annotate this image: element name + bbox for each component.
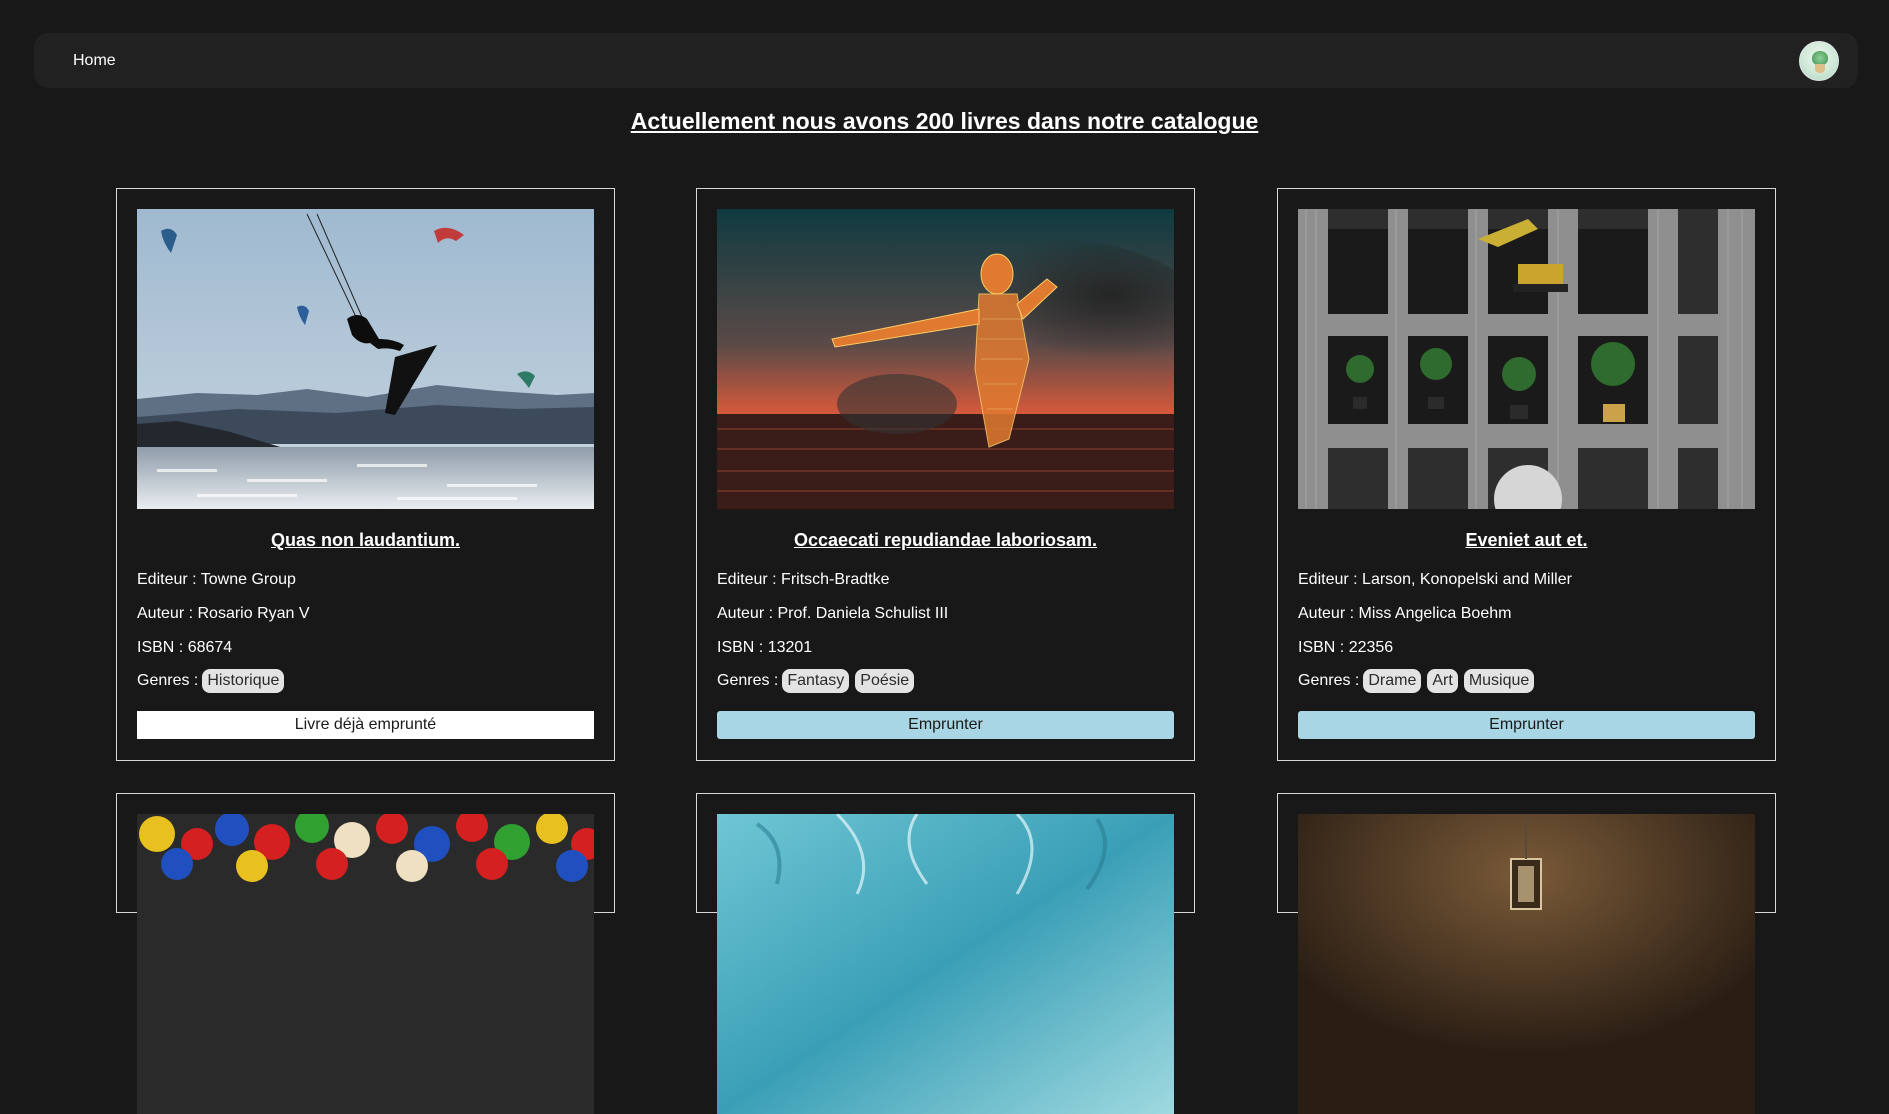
- book-genres: Genres : Historique: [137, 669, 290, 693]
- genre-badge: Art: [1427, 669, 1458, 693]
- navbar: Home: [34, 33, 1858, 88]
- isbn-value: 68674: [187, 639, 233, 656]
- genre-badge: Poésie: [855, 669, 915, 693]
- book-title[interactable]: Occaecati repudiandae laboriosam.: [697, 530, 1194, 551]
- book-card: [1277, 793, 1776, 1114]
- auteur-value: Miss Angelica Boehm: [1358, 605, 1512, 622]
- book-auteur: Auteur : Miss Angelica Boehm: [1298, 605, 1511, 623]
- book-auteur: Auteur : Prof. Daniela Schulist III: [717, 605, 948, 623]
- genres-label: Genres :: [137, 672, 199, 689]
- editeur-label: Editeur :: [137, 571, 197, 588]
- editeur-value: Larson, Konopelski and Miller: [1362, 571, 1572, 588]
- book-title[interactable]: Quas non laudantium.: [117, 530, 614, 551]
- genre-badge: Musique: [1463, 669, 1535, 693]
- isbn-value: 22356: [1348, 639, 1394, 656]
- book-cover-image: [1298, 814, 1755, 1114]
- genres-label: Genres :: [717, 672, 779, 689]
- book-cover-image: [717, 814, 1174, 1114]
- genre-badge: Historique: [202, 669, 285, 693]
- auteur-label: Auteur :: [717, 605, 774, 622]
- page-title: Actuellement nous avons 200 livres dans …: [630, 108, 1259, 134]
- isbn-label: ISBN :: [137, 639, 184, 656]
- auteur-label: Auteur :: [1298, 605, 1355, 622]
- book-title[interactable]: Eveniet aut et.: [1278, 530, 1775, 551]
- genres-label: Genres :: [1298, 672, 1360, 689]
- book-isbn: ISBN : 22356: [1298, 639, 1393, 657]
- genre-badge: Fantasy: [782, 669, 850, 693]
- book-isbn: ISBN : 68674: [137, 639, 232, 657]
- editeur-value: Fritsch-Bradtke: [781, 571, 890, 588]
- user-avatar[interactable]: [1799, 41, 1839, 81]
- book-auteur: Auteur : Rosario Ryan V: [137, 605, 310, 623]
- book-card: [696, 793, 1195, 1114]
- book-genres: Genres : Fantasy Poésie: [717, 669, 920, 693]
- auteur-label: Auteur :: [137, 605, 194, 622]
- auteur-value: Rosario Ryan V: [197, 605, 310, 622]
- borrow-button[interactable]: Emprunter: [1298, 711, 1755, 739]
- borrowed-button[interactable]: Livre déjà emprunté: [137, 711, 594, 739]
- book-card: Quas non laudantium. Editeur : Towne Gro…: [116, 188, 615, 761]
- book-genres: Genres : Drame Art Musique: [1298, 669, 1540, 693]
- book-cover-image: [1298, 209, 1755, 509]
- isbn-value: 13201: [767, 639, 813, 656]
- book-editeur: Editeur : Towne Group: [137, 571, 296, 589]
- book-cover-image: [137, 209, 594, 509]
- book-editeur: Editeur : Larson, Konopelski and Miller: [1298, 571, 1572, 589]
- editeur-label: Editeur :: [717, 571, 777, 588]
- borrow-button[interactable]: Emprunter: [717, 711, 1174, 739]
- book-cover-image: [137, 814, 594, 1114]
- isbn-label: ISBN :: [717, 639, 764, 656]
- editeur-value: Towne Group: [200, 571, 296, 588]
- auteur-value: Prof. Daniela Schulist III: [777, 605, 949, 622]
- book-card: Eveniet aut et. Editeur : Larson, Konope…: [1277, 188, 1776, 761]
- book-card: Occaecati repudiandae laboriosam. Editeu…: [696, 188, 1195, 761]
- book-editeur: Editeur : Fritsch-Bradtke: [717, 571, 890, 589]
- nav-home-link[interactable]: Home: [73, 52, 116, 70]
- editeur-label: Editeur :: [1298, 571, 1358, 588]
- book-cover-image: [717, 209, 1174, 509]
- book-isbn: ISBN : 13201: [717, 639, 812, 657]
- book-card: [116, 793, 615, 1114]
- isbn-label: ISBN :: [1298, 639, 1345, 656]
- genre-badge: Drame: [1363, 669, 1422, 693]
